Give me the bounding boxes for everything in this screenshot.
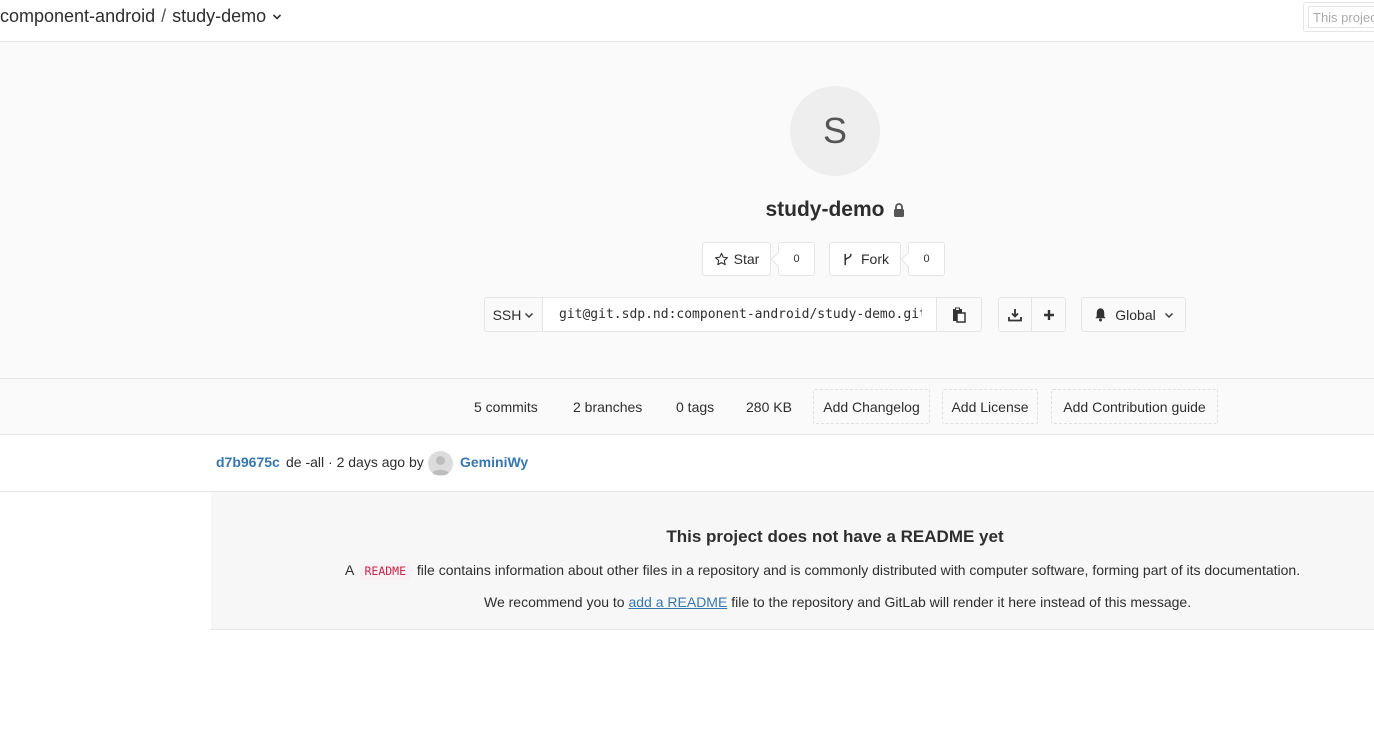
clone-protocol-dropdown[interactable]: SSH	[484, 297, 543, 332]
add-new-button[interactable]	[1032, 297, 1066, 332]
plus-icon	[1043, 309, 1054, 320]
readme-p1-prefix: A	[345, 562, 354, 578]
breadcrumb: component-android / study-demo	[0, 6, 282, 27]
project-stats-bar: 5 commits 2 branches 0 tags 280 KB Add C…	[0, 379, 1374, 435]
download-button[interactable]	[998, 297, 1032, 332]
chevron-down-icon	[1164, 312, 1173, 318]
chevron-down-icon[interactable]	[272, 12, 282, 22]
breadcrumb-separator: /	[161, 6, 167, 26]
clone-protocol-label: SSH	[492, 306, 522, 323]
copy-url-button[interactable]	[936, 297, 982, 332]
star-icon	[714, 252, 728, 265]
commits-link[interactable]: 5 commits	[474, 399, 538, 415]
add-license-button[interactable]: Add License	[942, 389, 1038, 424]
author-avatar[interactable]	[428, 451, 453, 476]
breadcrumb-group-link[interactable]: component-android	[0, 6, 155, 27]
project-action-buttons: Star 0 Fork 0	[702, 242, 945, 276]
add-changelog-button[interactable]: Add Changelog	[813, 389, 930, 424]
readme-code: README	[360, 562, 411, 580]
readme-title: This project does not have a README yet	[666, 527, 1004, 546]
readme-placeholder: This project does not have a README yet …	[211, 492, 1374, 630]
last-commit-row: d7b9675c de -all · 2 days ago by GeminiW…	[0, 435, 1374, 492]
star-label: Star	[733, 251, 760, 267]
commit-author-link[interactable]: GeminiWy	[460, 454, 528, 470]
bell-icon	[1095, 308, 1106, 322]
clone-url-input[interactable]	[543, 297, 936, 332]
breadcrumb-project-link[interactable]: study-demo	[172, 6, 266, 27]
project-header: S study-demo Star 0 Fork 0 SSH git@git.s…	[0, 42, 1374, 379]
branches-link[interactable]: 2 branches	[573, 399, 642, 415]
project-name: study-demo	[765, 198, 885, 221]
star-button[interactable]: Star	[702, 242, 771, 276]
clone-row: SSH Global	[484, 297, 1186, 332]
fork-icon	[844, 253, 852, 265]
fork-label: Fork	[861, 251, 889, 267]
commit-sha-link[interactable]: d7b9675c	[216, 454, 280, 470]
readme-p2-prefix: We recommend you to	[484, 594, 625, 610]
chevron-down-icon	[525, 312, 534, 318]
notification-dropdown[interactable]: Global	[1081, 297, 1186, 332]
user-icon	[431, 456, 450, 475]
lock-icon	[893, 203, 904, 217]
top-bar: component-android / study-demo	[0, 0, 1374, 42]
project-title: study-demo	[0, 198, 1374, 222]
search-container	[1303, 2, 1374, 32]
commit-message: de -all · 2 days ago by	[286, 454, 424, 470]
download-icon	[1008, 308, 1022, 321]
clipboard-icon	[953, 307, 966, 323]
search-input[interactable]	[1308, 6, 1374, 28]
tags-link[interactable]: 0 tags	[676, 399, 714, 415]
repo-size: 280 KB	[746, 399, 792, 415]
project-avatar: S	[790, 86, 880, 176]
star-count[interactable]: 0	[778, 242, 815, 276]
fork-count[interactable]: 0	[908, 242, 945, 276]
add-contribution-guide-button[interactable]: Add Contribution guide	[1051, 389, 1218, 424]
readme-recommendation: We recommend you to add a README file to…	[484, 594, 1191, 610]
add-readme-link[interactable]: add a README	[628, 594, 727, 610]
readme-description: A README file contains information about…	[345, 562, 1301, 580]
readme-p2-suffix: file to the repository and GitLab will r…	[731, 594, 1192, 610]
fork-button[interactable]: Fork	[829, 242, 901, 276]
notification-label: Global	[1115, 306, 1156, 323]
readme-p1-suffix: file contains information about other fi…	[416, 562, 1301, 578]
